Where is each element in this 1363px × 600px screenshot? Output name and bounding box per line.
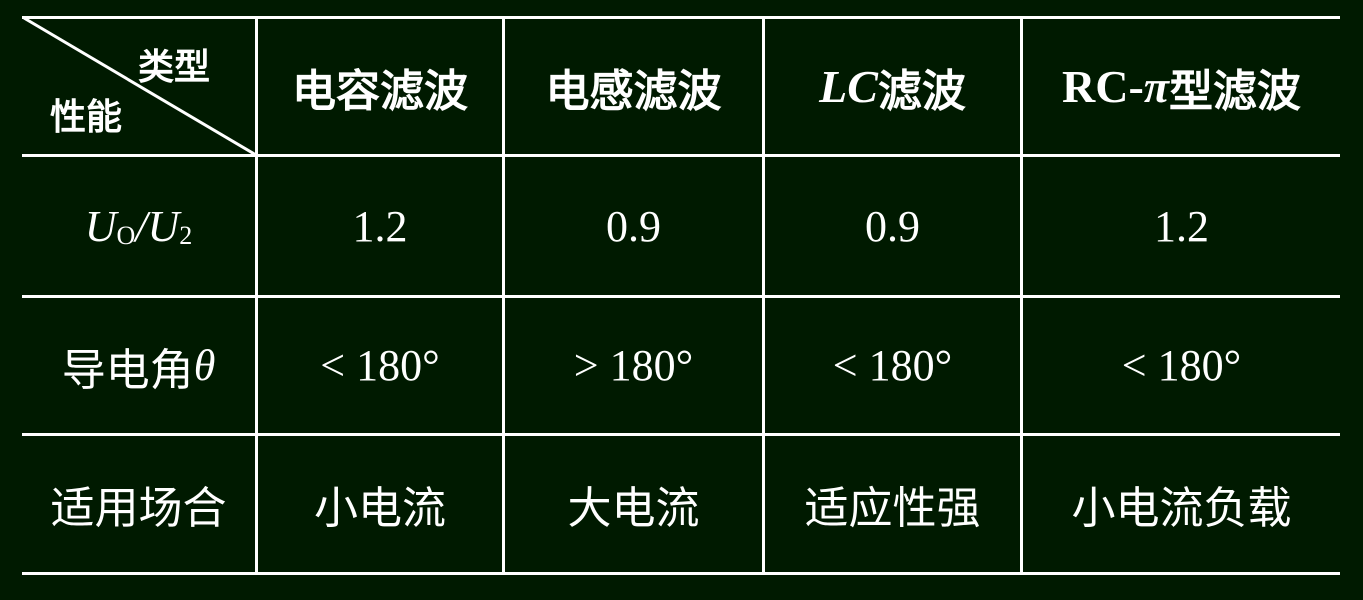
header-cjk-label: 滤波 [877,65,966,117]
table-cell: 1.2 [1154,201,1209,251]
table-cell: 小电流负载 [1071,483,1292,534]
table-cell: 0.9 [606,201,661,251]
table-cell: < 180° [320,341,440,390]
header-pi-symbol: π [1143,61,1169,112]
table-cell: > 180° [573,341,694,390]
row-label-sep: /U [135,201,180,251]
table-cell: 小电流 [314,483,446,534]
table-cell: 适应性强 [804,483,981,534]
table-rule-bottom [22,572,1340,575]
row-label-cjk: 导电角 [61,344,194,396]
header-latin-label: LC [819,61,878,112]
table-cell: 0.9 [865,201,920,251]
header-rc-pi-filter: RC-π 型滤波 [1023,19,1340,154]
header-cjk-label: 型滤波 [1168,65,1301,117]
table-cell: 大电流 [567,483,700,534]
row-label-application: 适用场合 [50,483,227,534]
row-label-voltage-ratio: U O/U 2 [22,157,255,295]
header-inductor-filter: 电感滤波 [505,19,762,154]
header-capacitor-filter: 电容滤波 [258,19,502,154]
table-cell: < 180° [1121,341,1242,390]
table-cell: 1.2 [352,201,408,251]
header-lc-filter: LC 滤波 [765,19,1020,154]
header-latin-label: RC- [1062,61,1144,112]
header-label: 电容滤波 [292,65,468,117]
row-label-conduction-angle: 导电角 θ [22,298,255,433]
header-label: 电感滤波 [545,65,722,117]
row-label-sub-2: 2 [179,221,193,250]
corner-column-label: 类型 [138,47,211,88]
corner-row-label: 性能 [50,97,123,138]
row-label-theta: θ [193,341,216,390]
table-cell: < 180° [832,341,953,390]
row-label-sub-o: O [116,221,136,250]
filter-comparison-table: 类型 性能 电容滤波 电感滤波 LC 滤波 RC-π 型滤波 U O/U 2 1.2 0… [0,0,1363,600]
row-label-u: U [84,201,117,251]
